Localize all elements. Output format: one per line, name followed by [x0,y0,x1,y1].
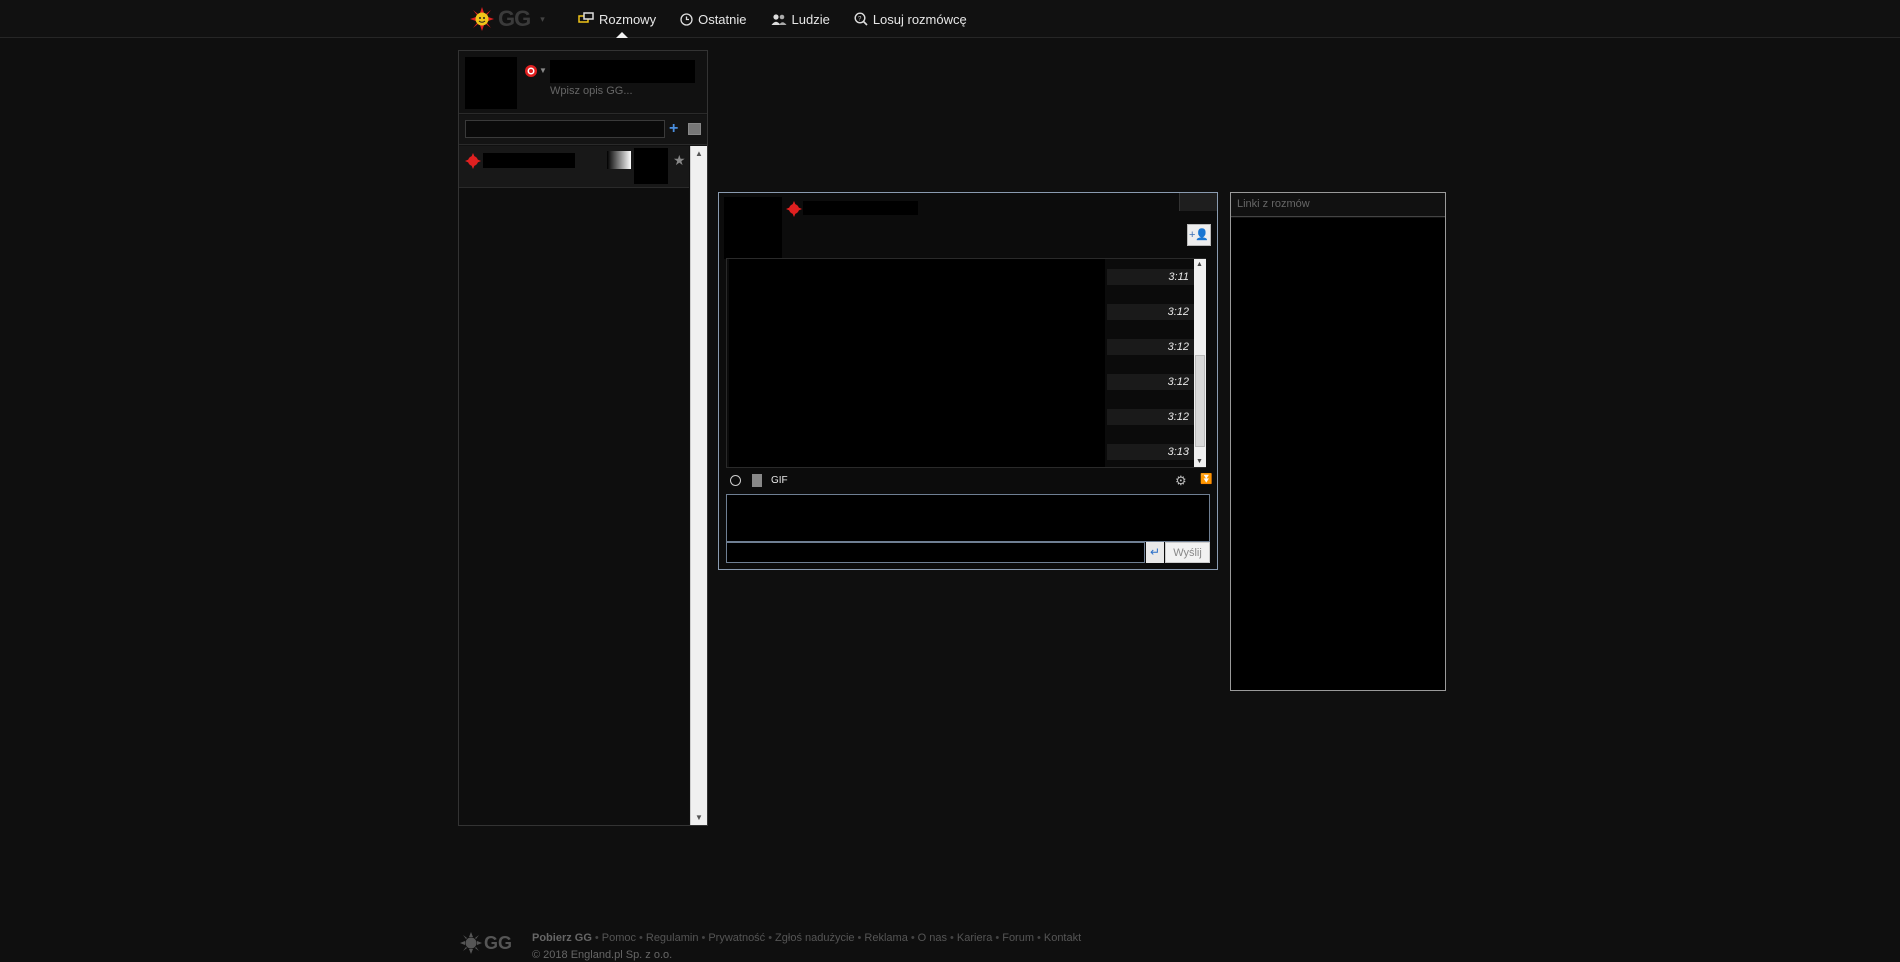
clock-icon [680,12,693,26]
message-scrollbar[interactable]: ▲ ▼ [1194,259,1206,467]
scrollbar-thumb[interactable] [1195,355,1205,447]
status-sun-icon[interactable] [524,64,538,78]
scroll-down-icon[interactable]: ▼ [695,813,703,822]
status-chevron-down-icon[interactable]: ▼ [539,66,547,75]
footer-copyright: © 2018 England.pl Sp. z o.o. [532,949,673,961]
contact-list-menu-icon[interactable] [688,123,701,135]
people-icon [771,13,786,25]
nav-losuj-rozmowce[interactable]: ? Losuj rozmówcę [852,0,979,38]
footer-links: Pobierz GG • Pomoc • Regulamin • Prywatność • Zg… [532,932,1082,944]
nav-label: Ostatnie [698,11,747,27]
nav-label: Ludzie [791,11,830,27]
message-timestamp: 3:13 [1107,444,1195,460]
footer-link-pomoc[interactable]: Pomoc [602,932,636,944]
message-input[interactable] [726,542,1145,563]
scroll-up-icon[interactable]: ▲ [1196,261,1203,268]
footer-link-o-nas[interactable]: O nas [918,932,947,944]
footer-link-kontakt[interactable]: Kontakt [1044,932,1081,944]
sun-logo-icon [470,7,494,31]
send-file-icon[interactable] [752,474,762,487]
favorite-star-icon[interactable]: ★ [673,152,686,169]
chat-bubbles-icon [578,12,594,23]
links-panel-title: Linki z rozmów [1231,193,1445,217]
chat-partner-avatar [724,197,782,259]
message-history: 3:11 3:12 3:12 3:12 3:12 3:13 ▲ ▼ [726,258,1206,468]
message-timestamp: 3:12 [1107,409,1195,425]
svg-text:?: ? [858,17,862,23]
contacts-panel: ▼ Wpisz opis GG... + ★ ▲ ▼ [458,50,708,826]
footer-logo[interactable]: GG [460,932,512,954]
nav-label: Rozmowy [599,11,657,27]
settings-gear-icon[interactable]: ⚙ [1175,473,1187,489]
message-content [729,259,1105,467]
enter-key-icon[interactable]: ↵ [1146,542,1164,563]
scroll-down-icon[interactable]: ▼ [1196,458,1203,465]
scroll-up-icon[interactable]: ▲ [695,149,703,158]
contact-list-scrollbar[interactable]: ▲ ▼ [690,146,707,825]
footer-link-reklama[interactable]: Reklama [864,932,907,944]
message-input-area[interactable] [726,494,1210,542]
links-panel: Linki z rozmów [1230,192,1446,691]
message-timestamp: 3:12 [1107,339,1195,355]
chat-partner-name [803,201,918,215]
footer-sun-icon [460,932,482,954]
message-timestamp: 3:12 [1107,374,1195,390]
emoticon-icon[interactable] [730,475,741,486]
footer-link-regulamin[interactable]: Regulamin [646,932,699,944]
profile-name [550,60,695,83]
contact-name [483,153,575,168]
close-chat-button[interactable] [1179,193,1217,211]
chat-toolbar: GIF ⚙ ⏬ [726,473,1212,491]
send-button[interactable]: Wyślij [1165,542,1210,563]
nav-label: Losuj rozmówcę [872,11,967,27]
footer-logo-text: GG [484,932,513,953]
chat-window: +👤 3:11 3:12 3:12 3:12 3:12 3:13 ▲ ▼ GIF… [718,192,1218,570]
profile-description-input[interactable]: Wpisz opis GG... [550,85,633,97]
logo-text: GG [498,6,531,31]
links-list [1231,218,1445,690]
nav-ostatnie[interactable]: Ostatnie [678,0,758,38]
random-search-icon: ? [854,12,868,26]
message-timestamp: 3:11 [1107,269,1195,285]
footer-link-kariera[interactable]: Kariera [957,932,992,944]
footer-link-pobierz[interactable]: Pobierz GG [532,932,592,944]
contact-list: ★ [459,146,689,825]
gg-logo[interactable]: GG ▾ [470,6,545,32]
collapse-icon[interactable]: ⏬ [1200,474,1212,485]
top-navigation-bar: GG ▾ Rozmowy Ostatnie Ludzie ? Losuj roz… [0,0,1900,38]
avatar[interactable] [465,57,517,109]
contacts-search-row: + [459,115,707,145]
footer-link-forum[interactable]: Forum [1002,932,1034,944]
contact-avatar [634,148,668,184]
main-nav: Rozmowy Ostatnie Ludzie ? Losuj rozmówcę [576,0,989,38]
gif-button[interactable]: GIF [771,475,788,486]
message-timestamp: 3:12 [1107,304,1195,320]
nav-ludzie[interactable]: Ludzie [769,0,842,38]
chevron-down-icon[interactable]: ▾ [540,14,545,25]
footer-link-zglos[interactable]: Zgłoś nadużycie [775,932,855,944]
add-user-button[interactable]: +👤 [1187,224,1211,246]
footer-link-prywatnosc[interactable]: Prywatność [708,932,765,944]
add-contact-icon[interactable]: + [669,120,678,138]
nav-rozmowy[interactable]: Rozmowy [576,0,668,38]
profile-header: ▼ Wpisz opis GG... [459,51,707,114]
contacts-search-input[interactable] [465,120,665,138]
list-item[interactable]: ★ [459,146,689,188]
status-online-icon [786,201,802,217]
status-online-icon [465,153,481,169]
contact-description-fade [607,151,631,169]
